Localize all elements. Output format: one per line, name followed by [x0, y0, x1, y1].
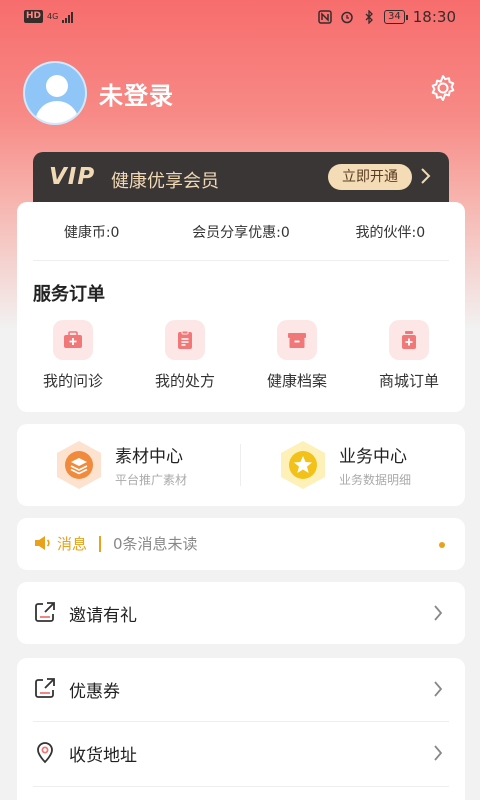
location-pin-icon: [37, 742, 53, 764]
stat-member-share[interactable]: 会员分享优惠:0: [166, 218, 315, 248]
menu-list: 优惠券 收货地址: [17, 658, 465, 800]
unread-dot: [439, 542, 445, 548]
shipping-address-item[interactable]: 收货地址: [17, 722, 465, 784]
message-label: 消息: [57, 535, 88, 553]
chevron-right-icon: [434, 681, 443, 697]
medical-kit-icon: [53, 320, 93, 360]
chevron-right-icon: [434, 605, 443, 621]
alarm-icon: [340, 10, 354, 24]
center-title: 业务中心: [339, 447, 407, 467]
account-card: 健康币:0 会员分享优惠:0 我的伙伴:0 服务订单 我的问诊 我的处方 健康档…: [17, 202, 465, 412]
menu-label: 收货地址: [69, 746, 137, 766]
service-item-health-archive[interactable]: 健康档案: [241, 320, 353, 391]
coupon-icon: [35, 678, 55, 698]
service-label: 健康档案: [266, 372, 327, 390]
menu-label: 邀请有礼: [69, 606, 137, 626]
divider: [33, 260, 449, 261]
vip-activate-button[interactable]: 立即开通: [328, 164, 412, 190]
stat-partners[interactable]: 我的伙伴:0: [316, 218, 465, 248]
speaker-icon: [35, 536, 50, 550]
center-subtitle: 业务数据明细: [339, 473, 412, 487]
chevron-right-icon: [421, 168, 431, 184]
avatar[interactable]: [23, 61, 87, 125]
business-center-entry[interactable]: 业务中心 业务数据明细: [277, 424, 411, 506]
profile-header[interactable]: 未登录: [23, 61, 174, 125]
layers-icon: [57, 441, 101, 489]
message-bar[interactable]: 消息 0条消息未读: [17, 518, 465, 570]
centers-card: 素材中心 平台推广素材 业务中心 业务数据明细: [17, 424, 465, 506]
divider: [99, 536, 101, 552]
prescription-icon: [165, 320, 205, 360]
invite-reward-item[interactable]: 邀请有礼: [17, 582, 465, 644]
network-type: 4G: [47, 11, 59, 21]
service-item-mall-orders[interactable]: 商城订单: [353, 320, 465, 391]
hd-indicator: HD: [24, 10, 44, 23]
stats-row: 健康币:0 会员分享优惠:0 我的伙伴:0: [17, 218, 465, 248]
divider: [240, 444, 241, 486]
status-bar: HD 4G 34 18:30: [0, 0, 480, 36]
service-item-prescription[interactable]: 我的处方: [129, 320, 241, 391]
unread-message-count: 0条消息未读: [113, 535, 198, 553]
divider: [33, 786, 449, 787]
star-icon: [281, 441, 325, 489]
battery-icon: 34: [384, 10, 408, 24]
service-orders-row: 我的问诊 我的处方 健康档案 商城订单: [17, 320, 465, 391]
clock: 18:30: [412, 8, 456, 26]
coupon-item[interactable]: 优惠券: [17, 658, 465, 720]
share-icon: [35, 602, 55, 622]
stat-health-coins[interactable]: 健康币:0: [17, 218, 166, 248]
service-label: 商城订单: [378, 372, 439, 390]
service-label: 我的问诊: [42, 372, 103, 390]
center-subtitle: 平台推广素材: [115, 473, 188, 487]
bluetooth-icon: [362, 10, 376, 24]
service-label: 我的处方: [154, 372, 215, 390]
material-center-entry[interactable]: 素材中心 平台推广素材: [53, 424, 187, 506]
vip-logo: VIP: [49, 164, 96, 190]
service-item-consultation[interactable]: 我的问诊: [17, 320, 129, 391]
settings-gear-icon[interactable]: [428, 73, 458, 103]
nfc-icon: [318, 10, 332, 24]
archive-box-icon: [277, 320, 317, 360]
signal-icon: [62, 11, 74, 23]
medicine-bottle-icon: [389, 320, 429, 360]
vip-title: 健康优享会员: [111, 171, 219, 192]
chevron-right-icon: [434, 745, 443, 761]
username[interactable]: 未登录: [99, 76, 174, 111]
center-title: 素材中心: [115, 447, 183, 467]
section-title: 服务订单: [33, 284, 105, 305]
menu-label: 优惠券: [69, 682, 120, 702]
